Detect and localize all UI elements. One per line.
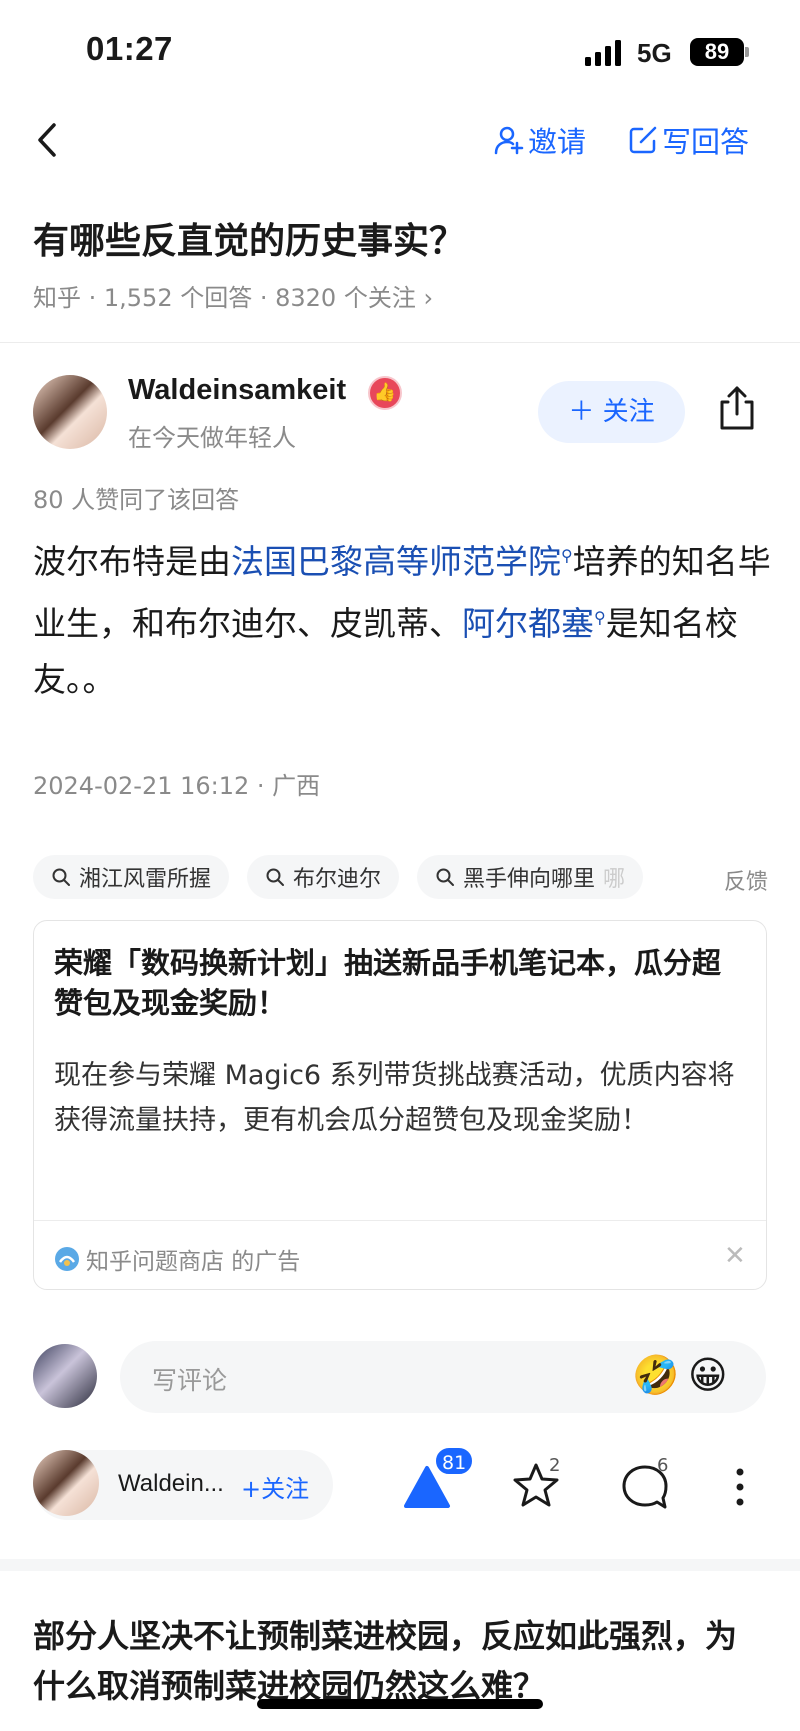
comment-input[interactable]: 写评论 🤣 😀 bbox=[120, 1341, 766, 1413]
section-divider bbox=[0, 1559, 800, 1571]
write-answer-button[interactable]: 写回答 bbox=[628, 119, 749, 161]
signal-icon bbox=[585, 40, 621, 66]
answer-text: 波尔布特是由 bbox=[33, 542, 231, 581]
more-icon[interactable] bbox=[735, 1467, 745, 1507]
search-link-icon: ⚲ bbox=[594, 608, 606, 627]
status-time: 01:27 bbox=[86, 30, 173, 67]
mini-follow-button[interactable]: +关注 bbox=[241, 1469, 309, 1504]
search-link[interactable]: 法国巴黎高等师范学院 bbox=[231, 542, 561, 581]
ad-card[interactable]: 荣耀「数码换新计划」抽送新品手机笔记本，瓜分超赞包及现金奖励！ 现在参与荣耀 M… bbox=[33, 920, 767, 1290]
search-icon bbox=[52, 868, 70, 886]
favorite-count: 2 bbox=[549, 1455, 561, 1476]
top-nav: 邀请 写回答 bbox=[0, 105, 800, 175]
upvote-count: 81 bbox=[434, 1446, 475, 1476]
follow-label: 关注 bbox=[602, 397, 655, 427]
user-avatar bbox=[33, 1344, 97, 1408]
comment-placeholder: 写评论 bbox=[152, 1366, 228, 1395]
follow-button[interactable]: ＋ 关注 bbox=[538, 381, 685, 443]
back-icon[interactable] bbox=[30, 117, 70, 163]
search-tag[interactable]: 布尔迪尔 bbox=[247, 855, 400, 899]
search-tag[interactable]: 黑手伸向哪里 哪 bbox=[417, 855, 644, 899]
agree-count: 80 人赞同了该回答 bbox=[33, 486, 240, 514]
battery-tip bbox=[745, 47, 749, 57]
next-question-title[interactable]: 部分人坚决不让预制菜进校园，反应如此强烈，为什么取消预制菜进校园仍然这么难？ bbox=[33, 1611, 763, 1711]
status-bar: 01:27 5G 89 bbox=[0, 0, 800, 100]
answer-content: 波尔布特是由法国巴黎高等师范学院⚲培养的知名毕业生，和布尔迪尔、皮凯蒂、阿尔都塞… bbox=[33, 528, 773, 708]
author-avatar[interactable] bbox=[33, 375, 107, 449]
comment-count: 6 bbox=[657, 1455, 669, 1476]
question-title[interactable]: 有哪些反直觉的历史事实？ bbox=[33, 212, 465, 264]
question-meta[interactable]: 知乎 · 1,552 个回答 · 8320 个关注 › bbox=[33, 278, 433, 313]
write-answer-label: 写回答 bbox=[662, 125, 750, 159]
search-tag-label: 黑手伸向哪里 bbox=[463, 867, 596, 892]
author-name[interactable]: Waldeinsamkeit bbox=[128, 374, 346, 407]
bottom-action-bar: Waldein... +关注 81 2 6 bbox=[0, 1446, 800, 1530]
laughing-emoji-icon[interactable]: 🤣 bbox=[632, 1353, 679, 1398]
grinning-emoji-icon[interactable]: 😀 bbox=[688, 1353, 728, 1397]
battery-icon: 89 bbox=[690, 38, 744, 66]
search-tag-cut: 哪 bbox=[603, 867, 626, 892]
ad-title: 荣耀「数码换新计划」抽送新品手机笔记本，瓜分超赞包及现金奖励！ bbox=[54, 946, 722, 1020]
divider bbox=[0, 342, 800, 343]
close-icon[interactable]: ✕ bbox=[724, 1241, 746, 1271]
network-label: 5G bbox=[637, 38, 672, 68]
thumbs-up-badge-icon: 👍 bbox=[368, 376, 402, 410]
mini-author-chip[interactable]: Waldein... +关注 bbox=[33, 1450, 333, 1520]
ad-body: 现在参与荣耀 Magic6 系列带货挑战赛活动，优质内容将获得流量扶持，更有机会… bbox=[54, 1060, 735, 1136]
invite-label: 邀请 bbox=[528, 125, 587, 159]
search-link[interactable]: 阿尔都塞 bbox=[462, 604, 594, 643]
ad-source-label: 知乎问题商店 的广告 bbox=[86, 1249, 301, 1275]
search-tag-label: 布尔迪尔 bbox=[293, 867, 382, 892]
home-indicator[interactable] bbox=[257, 1699, 543, 1709]
user-plus-icon bbox=[494, 126, 524, 155]
search-tag[interactable]: 湘江风雷所握 bbox=[33, 855, 230, 899]
author-bio: 在今天做年轻人 bbox=[128, 424, 296, 452]
plus-icon: ＋ bbox=[568, 397, 595, 427]
answer-date: 2024-02-21 16:12 · 广西 bbox=[33, 772, 321, 800]
search-tag-label: 湘江风雷所握 bbox=[79, 867, 212, 892]
search-icon bbox=[436, 868, 455, 886]
search-link-icon: ⚲ bbox=[561, 546, 573, 565]
search-icon bbox=[266, 868, 285, 886]
feedback-link[interactable]: 反馈 bbox=[720, 864, 769, 896]
ad-source: 知乎问题商店 的广告 bbox=[54, 1242, 300, 1276]
author-avatar bbox=[33, 1450, 99, 1516]
related-search-tags: 湘江风雷所握 布尔迪尔 黑手伸向哪里 哪 bbox=[33, 855, 800, 899]
divider bbox=[34, 1220, 766, 1221]
mini-author-name: Waldein... bbox=[118, 1470, 224, 1497]
shop-logo-icon bbox=[55, 1247, 79, 1271]
share-icon[interactable] bbox=[716, 384, 758, 432]
invite-button[interactable]: 邀请 bbox=[494, 119, 586, 161]
edit-icon bbox=[629, 126, 657, 154]
